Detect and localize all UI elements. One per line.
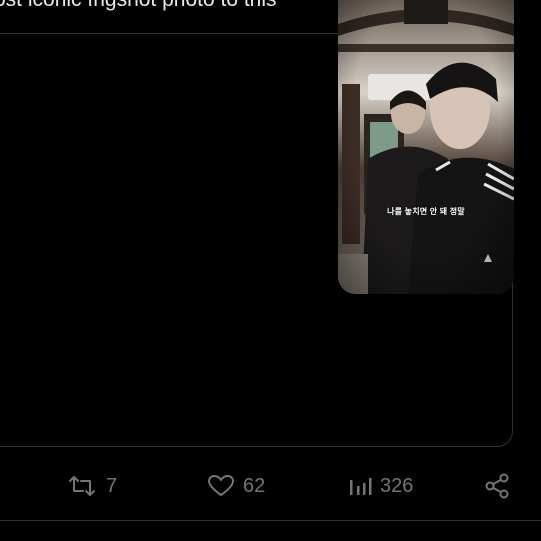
views-icon <box>348 474 372 498</box>
retweet-icon <box>66 474 98 498</box>
video-frame <box>338 0 514 294</box>
retweet-count: 7 <box>106 474 118 497</box>
like-count: 62 <box>243 474 266 497</box>
share-button[interactable] <box>484 468 512 504</box>
like-button[interactable]: 62 <box>207 468 265 504</box>
views-count: 326 <box>380 474 414 497</box>
tweet-text: ost iconic fngshot photo to this <box>0 0 277 14</box>
divider <box>0 520 541 521</box>
heart-icon <box>207 474 235 498</box>
share-icon <box>484 472 512 500</box>
retweet-button[interactable]: 7 <box>66 468 117 504</box>
tweet-actions: 7 62 326 <box>0 468 541 504</box>
video-subtitle: 나를 놓치면 안 돼 정말 <box>387 207 465 216</box>
video-thumbnail[interactable]: 나를 놓치면 안 돼 정말 <box>338 0 514 294</box>
views-button[interactable]: 326 <box>348 468 413 504</box>
